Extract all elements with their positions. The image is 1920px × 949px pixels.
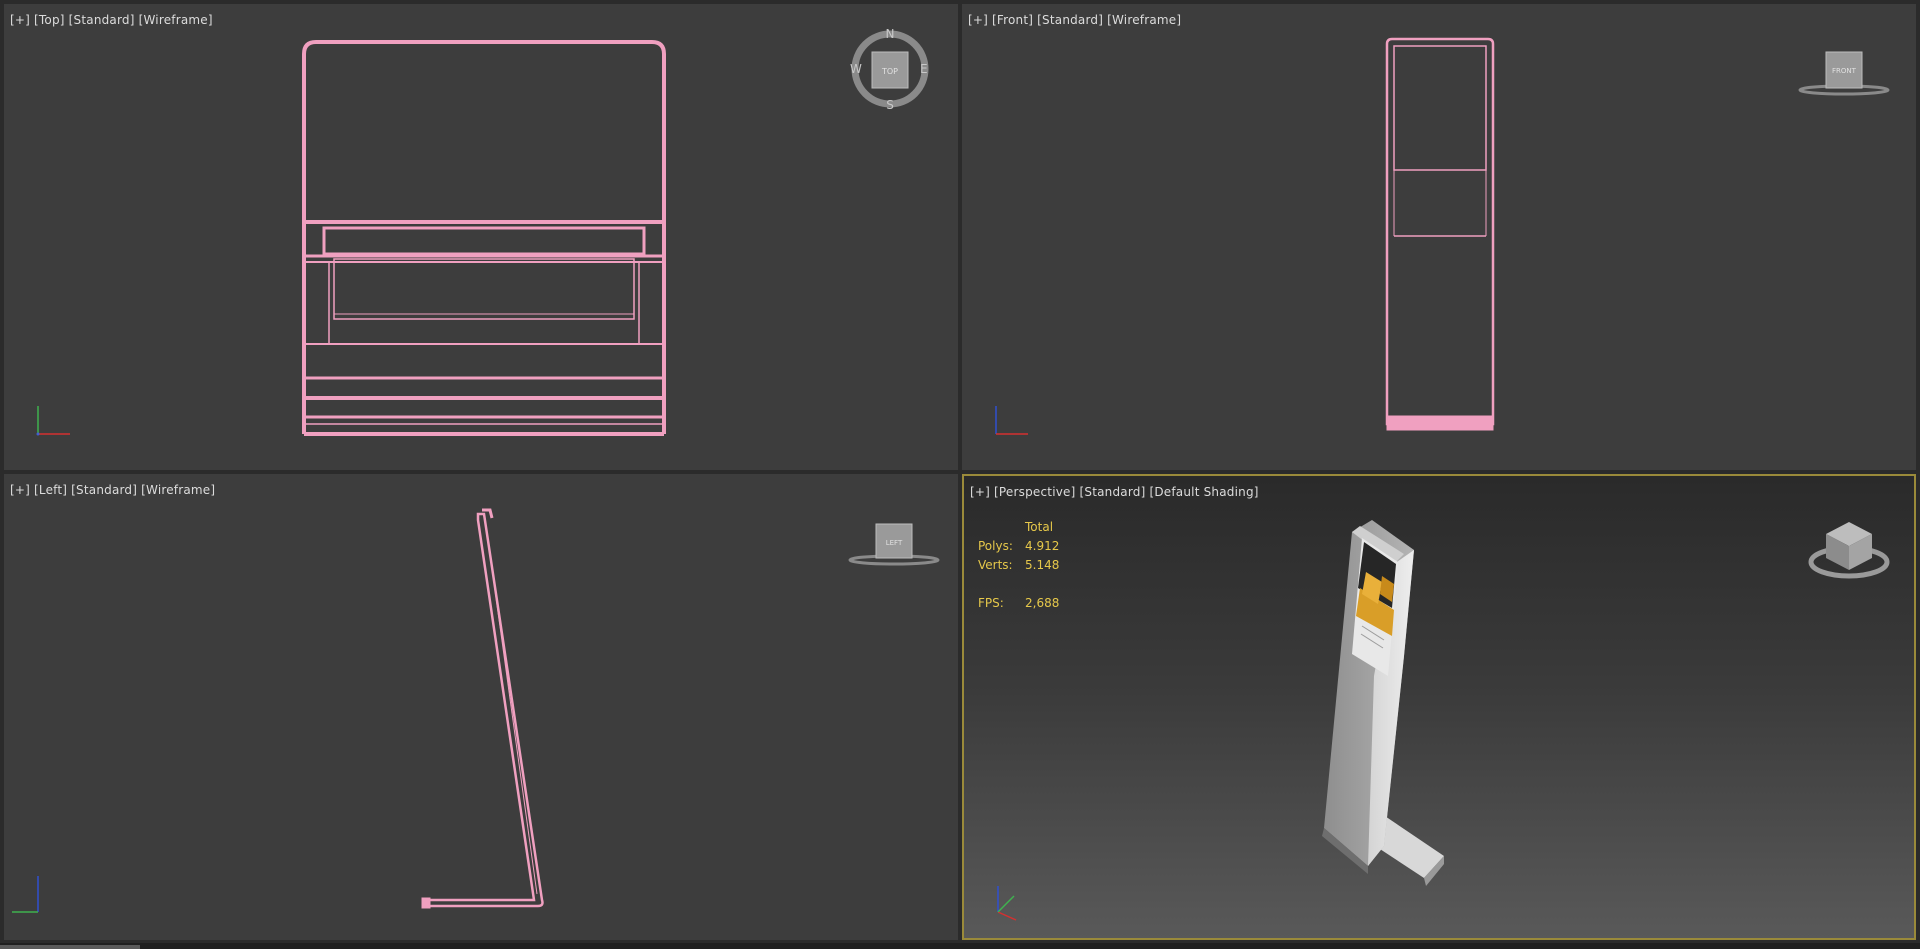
viewport-top[interactable]: [+] [Top] [Standard] [Wireframe] TOP N S E … bbox=[4, 4, 958, 470]
svg-text:E: E bbox=[920, 62, 928, 76]
svg-text:TOP: TOP bbox=[881, 67, 898, 76]
svg-text:W: W bbox=[850, 62, 862, 76]
viewcube-front[interactable]: FRONT bbox=[1796, 48, 1892, 98]
axis-tripod bbox=[995, 406, 1028, 435]
viewport-front-label[interactable]: [+] [Front] [Standard] [Wireframe] bbox=[968, 13, 1185, 27]
stats-verts-label: Verts: bbox=[978, 558, 1013, 572]
axis-tripod bbox=[997, 886, 1017, 921]
viewport-perspective[interactable]: [+] [Perspective] [Standard] [Default Shadi… bbox=[962, 474, 1916, 940]
svg-text:S: S bbox=[886, 98, 894, 110]
viewcube-left[interactable]: LEFT bbox=[846, 522, 942, 572]
axis-tripod bbox=[12, 876, 39, 913]
svg-text:FRONT: FRONT bbox=[1832, 67, 1857, 75]
viewport-left-label[interactable]: [+] [Left] [Standard] [Wireframe] bbox=[10, 483, 219, 497]
stats-header: Total bbox=[1025, 520, 1054, 534]
stats-fps-label: FPS: bbox=[978, 596, 1004, 610]
viewport-front[interactable]: [+] [Front] [Standard] [Wireframe] FRONT bbox=[962, 4, 1916, 470]
viewport-top-label[interactable]: [+] [Top] [Standard] [Wireframe] bbox=[10, 13, 217, 27]
stats-fps-value: 2,688 bbox=[1025, 596, 1060, 610]
svg-text:N: N bbox=[886, 27, 895, 41]
viewport-bottom-strip bbox=[0, 943, 1920, 949]
perspective-scene bbox=[997, 520, 1444, 921]
top-wireframe bbox=[36, 40, 666, 436]
viewcube-top[interactable]: TOP N S E W bbox=[850, 26, 930, 110]
stats-verts-value: 5.148 bbox=[1025, 558, 1060, 572]
viewcube-perspective[interactable] bbox=[1804, 512, 1894, 582]
viewport-stats: Total Polys: 4.912 Verts: 5.148 FPS: 2,688 bbox=[978, 520, 1059, 615]
front-wireframe bbox=[995, 37, 1495, 435]
stats-polys-value: 4.912 bbox=[1025, 539, 1060, 553]
stats-polys-label: Polys: bbox=[978, 539, 1013, 553]
bottom-tab[interactable] bbox=[0, 945, 140, 949]
viewport-perspective-label[interactable]: [+] [Perspective] [Standard] [Default Shadi… bbox=[970, 485, 1263, 499]
axis-tripod bbox=[36, 406, 70, 436]
svg-text:LEFT: LEFT bbox=[886, 539, 903, 547]
viewport-left[interactable]: [+] [Left] [Standard] [Wireframe] LEFT bbox=[4, 474, 958, 940]
left-wireframe bbox=[12, 508, 544, 913]
